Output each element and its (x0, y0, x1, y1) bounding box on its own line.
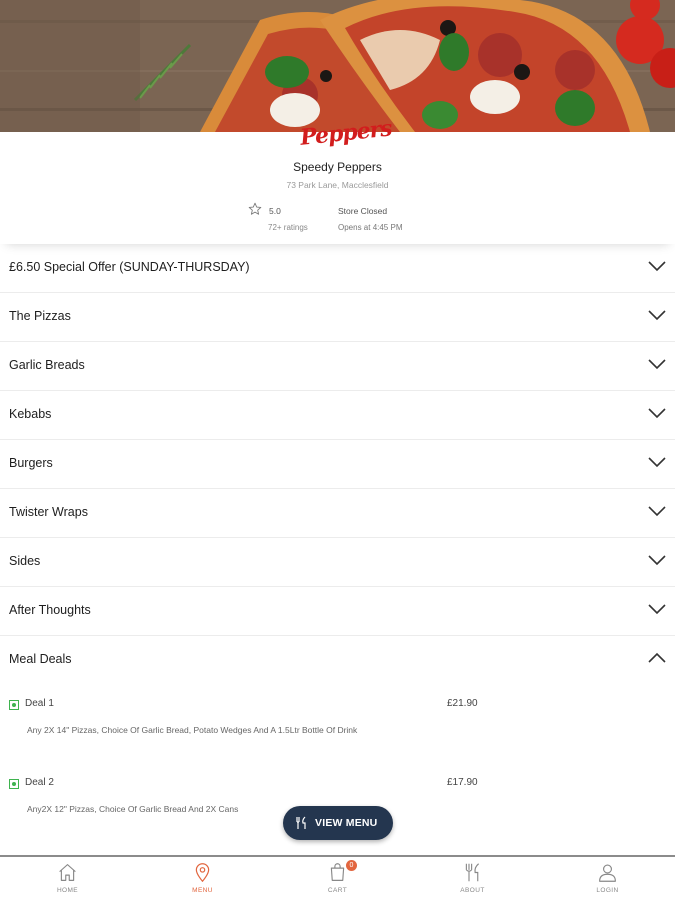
cutlery-icon (296, 816, 306, 829)
tab-cart[interactable]: 0 CART (270, 857, 405, 900)
category-sides[interactable]: Sides (0, 538, 675, 587)
rating-block: 5.0 72+ ratings (248, 202, 328, 236)
deal-description: Any 2X 14" Pizzas, Choice Of Garlic Brea… (27, 725, 358, 735)
deal-price: £21.90 (447, 698, 478, 709)
chevron-down-icon (648, 359, 666, 370)
tab-label: CART (327, 887, 348, 894)
rating-value: 5.0 (269, 206, 281, 216)
store-status: Store Closed (338, 206, 388, 216)
category-label: The Pizzas (9, 309, 71, 323)
category-label: Twister Wraps (9, 505, 88, 519)
chevron-down-icon (648, 310, 666, 321)
chevron-down-icon (648, 604, 666, 615)
category-label: Sides (9, 554, 41, 568)
tab-menu[interactable]: MENU (135, 857, 270, 900)
cart-count-badge: 0 (346, 860, 357, 871)
deal-name: Deal 2 (25, 777, 54, 788)
shop-address: 73 Park Lane, Macclesfield (286, 180, 389, 190)
tab-login[interactable]: LOGIN (540, 857, 675, 900)
bottom-tab-bar: HOME MENU 0 CART ABOUT LOGIN (0, 855, 675, 900)
tab-label: ABOUT (460, 887, 485, 894)
deal-price: £17.90 (447, 777, 478, 788)
chevron-down-icon (648, 506, 666, 517)
category-label: Garlic Breads (9, 358, 85, 372)
hero-image (0, 0, 675, 132)
location-pin-icon (195, 863, 210, 883)
veg-indicator-icon (9, 700, 19, 710)
category-special-offer[interactable]: £6.50 Special Offer (SUNDAY-THURSDAY) (0, 244, 675, 293)
cutlery-icon (465, 863, 479, 882)
rating-count: 72+ ratings (268, 223, 308, 232)
tab-home[interactable]: HOME (0, 857, 135, 900)
tab-label: HOME (56, 887, 79, 894)
category-garlic-breads[interactable]: Garlic Breads (0, 342, 675, 391)
chevron-down-icon (648, 457, 666, 468)
category-pizzas[interactable]: The Pizzas (0, 293, 675, 342)
tab-label: LOGIN (596, 887, 619, 894)
store-status-block: Store Closed Opens at 4:45 PM (338, 202, 458, 236)
tab-about[interactable]: ABOUT (405, 857, 540, 900)
cart-icon (330, 863, 345, 881)
deal-name: Deal 1 (25, 698, 54, 709)
deal-description: Any2X 12" Pizzas, Choice Of Garlic Bread… (27, 804, 239, 814)
category-label: Burgers (9, 456, 53, 470)
tab-label: MENU (192, 887, 213, 894)
category-after-thoughts[interactable]: After Thoughts (0, 587, 675, 636)
home-icon (59, 864, 76, 881)
category-label: Kebabs (9, 407, 52, 421)
view-menu-label: VIEW MENU (315, 817, 378, 829)
chevron-down-icon (648, 261, 666, 272)
category-meal-deals[interactable]: Meal Deals (0, 636, 675, 685)
user-icon (599, 864, 616, 882)
category-kebabs[interactable]: Kebabs (0, 391, 675, 440)
category-label: After Thoughts (9, 603, 91, 617)
shop-name: Speedy Peppers (293, 160, 382, 174)
star-icon (248, 202, 262, 215)
deal-item-1[interactable]: Deal 1 £21.90 Any 2X 14" Pizzas, Choice … (0, 698, 675, 774)
menu-category-list: £6.50 Special Offer (SUNDAY-THURSDAY) Th… (0, 244, 675, 685)
chevron-up-icon (648, 652, 666, 663)
category-twister-wraps[interactable]: Twister Wraps (0, 489, 675, 538)
pizza-illustration (0, 0, 675, 132)
category-burgers[interactable]: Burgers (0, 440, 675, 489)
chevron-down-icon (648, 555, 666, 566)
veg-indicator-icon (9, 779, 19, 789)
opening-time: Opens at 4:45 PM (338, 223, 403, 232)
chevron-down-icon (648, 408, 666, 419)
category-label: Meal Deals (9, 652, 72, 666)
view-menu-button[interactable]: VIEW MENU (283, 806, 393, 840)
category-label: £6.50 Special Offer (SUNDAY-THURSDAY) (9, 260, 250, 274)
